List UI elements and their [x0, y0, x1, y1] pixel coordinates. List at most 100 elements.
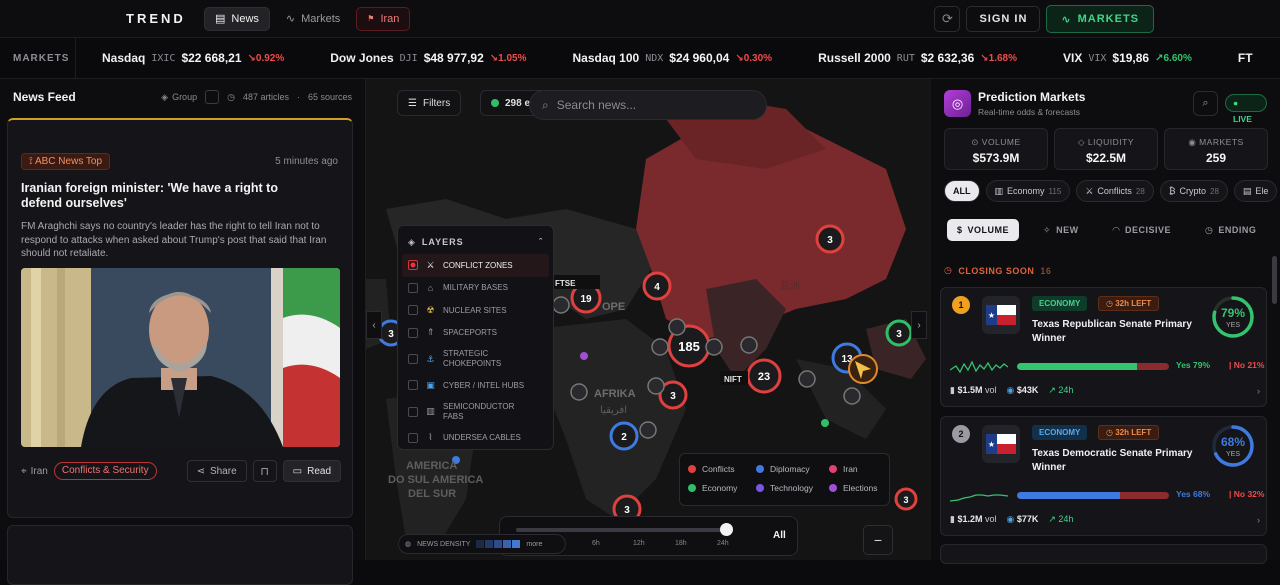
tab-news[interactable]: ▤ News: [204, 6, 270, 31]
ticker-item[interactable]: Nasdaq 100 NDX $24 960,04 ↘0.30%: [573, 51, 773, 65]
article-headline[interactable]: Iranian foreign minister: 'We have a rig…: [21, 181, 321, 211]
map-cluster[interactable]: 4: [642, 271, 672, 301]
conflict-marker[interactable]: [740, 336, 758, 354]
collapse-left-arrow[interactable]: ‹: [366, 311, 382, 339]
layer-checkbox[interactable]: [408, 354, 418, 364]
event-dot[interactable]: [580, 352, 588, 360]
layer-undersea-cables[interactable]: ⌇ UNDERSEA CABLES: [398, 427, 553, 450]
event-dot[interactable]: [821, 419, 829, 427]
chip-elections[interactable]: ▤ Ele: [1233, 180, 1278, 202]
conflict-marker[interactable]: [639, 421, 657, 439]
slider-track[interactable]: [516, 528, 728, 532]
layer-strategic-chokepoints[interactable]: ⚓ STRATEGIC CHOKEPOINTS: [398, 344, 553, 374]
conflict-marker[interactable]: [668, 318, 686, 336]
source-badge[interactable]: ⟟ ABC News Top: [21, 153, 111, 170]
news-card[interactable]: ⟟ ABC News Top 5 minutes ago Iranian for…: [7, 118, 353, 518]
map-cluster[interactable]: 2: [609, 421, 639, 451]
all-button[interactable]: All: [773, 530, 786, 541]
legend-item: Technology: [756, 483, 813, 493]
yes-odds: Yes 79%: [1176, 360, 1211, 370]
chevron-up-icon[interactable]: ˆ: [539, 237, 543, 247]
layer-conflict-zones[interactable]: ⚔ CONFLICT ZONES: [402, 254, 549, 277]
map-cluster[interactable]: 3: [815, 224, 845, 254]
sort-new[interactable]: ✧ NEW: [1033, 219, 1089, 241]
location-pin-icon[interactable]: [848, 354, 878, 384]
category-badge[interactable]: Conflicts & Security: [53, 462, 157, 480]
conflict-marker[interactable]: [798, 370, 816, 388]
article-location[interactable]: ⌖ Iran: [21, 466, 48, 477]
map-cluster[interactable]: 3: [894, 487, 918, 511]
tab-iran[interactable]: ⚑ Iran: [356, 6, 411, 31]
flag-icon: ⚑: [367, 14, 375, 23]
ticker-item[interactable]: Nasdaq IXIC $22 668,21 ↘0.92%: [102, 51, 284, 65]
clock-icon[interactable]: ◷: [227, 92, 235, 103]
share-button[interactable]: ⋖ Share: [186, 460, 247, 482]
no-odds: | No 21%: [1229, 360, 1265, 370]
conflict-marker[interactable]: [705, 338, 723, 356]
markets-button[interactable]: ∿ MARKETS: [1046, 5, 1154, 33]
layer-checkbox[interactable]: [408, 282, 418, 293]
conflict-marker[interactable]: [647, 377, 665, 395]
layer-checkbox[interactable]: [408, 260, 418, 271]
market-title[interactable]: Texas Democratic Senate Primary Winner: [1032, 447, 1212, 475]
grid-icon[interactable]: [205, 90, 220, 104]
ticker-item[interactable]: VIX VIX $19,86 ↗6.60%: [1063, 51, 1192, 65]
chip-all[interactable]: ALL: [944, 180, 980, 202]
conflict-marker[interactable]: [651, 338, 669, 356]
sort-ending[interactable]: ◷ ENDING: [1195, 219, 1266, 241]
layer-nuclear-sites[interactable]: ☢ NUCLEAR SITES: [398, 299, 553, 322]
search-icon[interactable]: ⌕: [1193, 91, 1218, 116]
layer-checkbox[interactable]: [408, 406, 418, 417]
chip-crypto[interactable]: ₿ Crypto 28: [1159, 180, 1228, 202]
chevron-right-icon[interactable]: ›: [1257, 515, 1260, 525]
chip-economy[interactable]: ▥ Economy 115: [985, 180, 1071, 202]
layer-label: STRATEGIC CHOKEPOINTS: [443, 349, 502, 368]
ticker-item[interactable]: Dow Jones DJI $48 977,92 ↘1.05%: [330, 51, 526, 65]
market-title[interactable]: Texas Republican Senate Primary Winner: [1032, 318, 1212, 346]
layer-checkbox[interactable]: [408, 305, 418, 316]
layer-semiconductor-fabs[interactable]: ▥ SEMICONDUCTOR FABS: [398, 397, 553, 427]
read-button[interactable]: ▭ Read: [282, 460, 341, 482]
stat-value: $22.5M: [1085, 151, 1127, 165]
filters-button[interactable]: ☰ Filters: [397, 90, 462, 116]
slider-handle[interactable]: [720, 523, 733, 536]
chip-conflicts[interactable]: ⚔ Conflicts 28: [1076, 180, 1154, 202]
density-scale: [476, 540, 521, 548]
map-cluster[interactable]: 3: [885, 319, 913, 347]
brand-logo[interactable]: TREND: [126, 11, 198, 26]
layer-cyber-intel-hubs[interactable]: ▣ CYBER / INTEL HUBS: [398, 374, 553, 397]
markets-button-label: MARKETS: [1077, 13, 1139, 25]
sort-volume[interactable]: $ VOLUME: [947, 219, 1020, 241]
layer-checkbox[interactable]: [408, 327, 418, 338]
layers-header[interactable]: ◈ LAYERS ˆ: [398, 230, 553, 254]
density-more: more: [526, 540, 543, 548]
market-card[interactable]: 2 ★ ECONOMY ◷ 32h LEFT Texas Democratic …: [940, 416, 1267, 536]
layer-checkbox[interactable]: [408, 380, 418, 391]
market-card[interactable]: [940, 544, 1267, 564]
zoom-out-button[interactable]: −: [863, 525, 893, 555]
group-toggle[interactable]: ◈ Group: [161, 92, 197, 103]
layer-military-bases[interactable]: ⌂ MILITARY BASES: [398, 277, 553, 300]
map-search-input[interactable]: ⌕ Search news...: [529, 90, 767, 120]
conflict-marker[interactable]: [552, 296, 570, 314]
collapse-right-arrow[interactable]: ›: [911, 311, 927, 339]
map-cluster[interactable]: 23: [746, 358, 782, 394]
ticker-name: Russell 2000: [818, 51, 891, 65]
market-card[interactable]: 1 ★ ECONOMY ◷ 32h LEFT Texas Republican …: [940, 287, 1267, 407]
chevron-right-icon[interactable]: ›: [1257, 386, 1260, 396]
news-card[interactable]: [7, 525, 353, 585]
ticker-item[interactable]: Russell 2000 RUT $2 632,36 ↘1.68%: [818, 51, 1017, 65]
world-map[interactable]: 185 23 19 13 4 3 3 3 3 2 3 3 OPE AFRIKA …: [366, 79, 931, 560]
bookmark-icon[interactable]: ⊓: [252, 460, 277, 482]
conflict-marker[interactable]: [570, 383, 588, 401]
scrollbar[interactable]: [1272, 256, 1277, 304]
tab-markets[interactable]: ∿ Markets: [276, 7, 350, 31]
ticker-item[interactable]: FT: [1238, 51, 1253, 65]
conflict-marker[interactable]: [843, 387, 861, 405]
clock-icon: ◷: [944, 265, 953, 275]
layer-spaceports[interactable]: ⇑ SPACEPORTS: [398, 322, 553, 345]
sort-decisive[interactable]: ◠ DECISIVE: [1103, 219, 1181, 241]
layer-checkbox[interactable]: [408, 432, 418, 443]
refresh-icon[interactable]: ⟳: [934, 6, 961, 32]
sign-in-button[interactable]: SIGN IN: [966, 6, 1041, 32]
